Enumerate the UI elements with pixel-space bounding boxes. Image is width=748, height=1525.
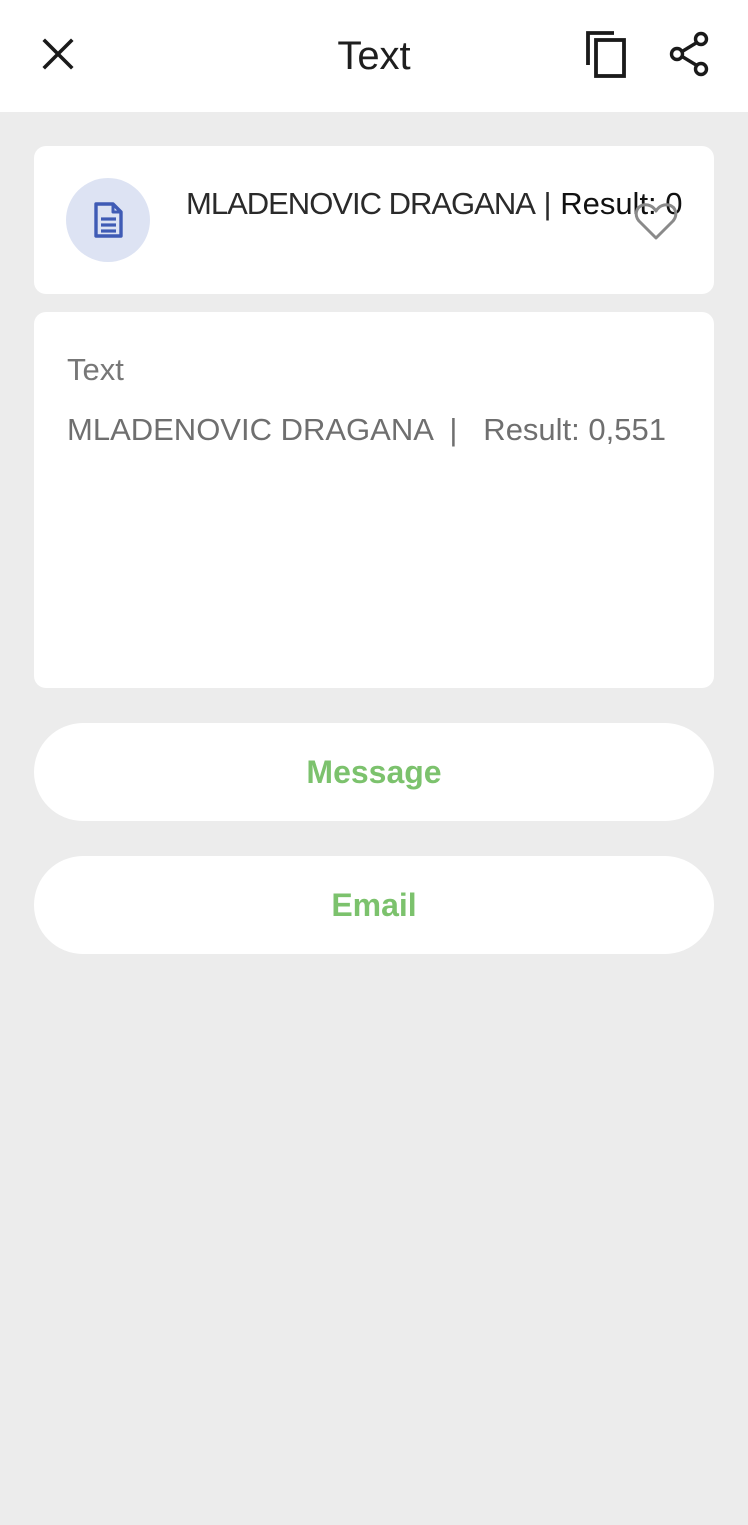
detail-value[interactable]: MLADENOVIC DRAGANA | Result: 0,551 (67, 410, 666, 450)
text-detail-card: Text MLADENOVIC DRAGANA | Result: 0,551 (34, 312, 714, 688)
email-button[interactable]: Email (34, 856, 714, 954)
share-icon (669, 31, 709, 77)
detail-label: Text (67, 352, 124, 387)
summary-card[interactable]: MLADENOVIC DRAGANA | Result: 0,5 (34, 146, 714, 294)
copy-icon (586, 31, 626, 78)
summary-separator: | (534, 186, 561, 221)
top-app-bar: Text (0, 0, 748, 112)
heart-outline-icon (634, 203, 678, 240)
message-button[interactable]: Message (34, 723, 714, 821)
document-avatar (66, 178, 150, 262)
document-icon (94, 202, 123, 238)
favorite-button[interactable] (632, 198, 680, 246)
copy-button[interactable] (576, 24, 636, 84)
share-button[interactable] (660, 24, 720, 84)
summary-name: MLADENOVIC DRAGANA (186, 186, 536, 221)
summary-title: MLADENOVIC DRAGANA | Result: 0,5 (186, 184, 684, 224)
